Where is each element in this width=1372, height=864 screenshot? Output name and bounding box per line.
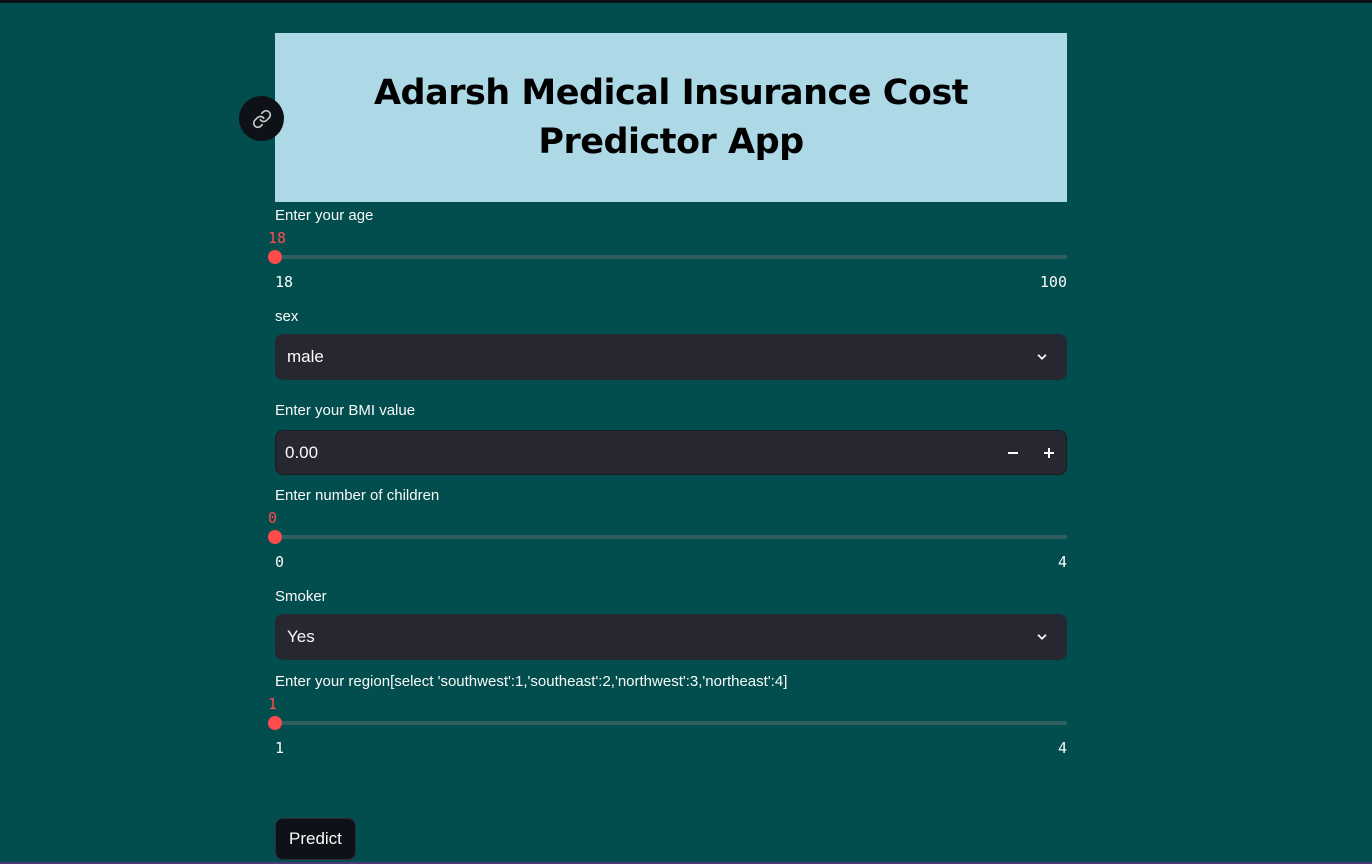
age-slider-widget: Enter your age 18 18 100 (268, 202, 1067, 294)
age-slider-value: 18 (268, 229, 287, 247)
region-slider-thumb[interactable] (268, 716, 282, 730)
title-banner: Adarsh Medical Insurance Cost Predictor … (239, 33, 1067, 202)
children-slider-max: 4 (1057, 553, 1067, 571)
bmi-input[interactable] (285, 431, 985, 474)
chevron-down-icon (1037, 354, 1047, 360)
region-slider-track[interactable] (275, 721, 1067, 725)
chevron-down-icon (1037, 634, 1047, 640)
children-slider-track[interactable] (275, 535, 1067, 539)
top-bar (0, 0, 1372, 3)
region-slider-value: 1 (268, 695, 278, 713)
region-slider-widget: Enter your region[select 'southwest':1,'… (268, 668, 1067, 760)
smoker-label: Smoker (275, 588, 327, 605)
bmi-decrement-button[interactable] (995, 431, 1031, 474)
region-slider-max: 4 (1057, 739, 1067, 757)
page-title: Adarsh Medical Insurance Cost Predictor … (373, 72, 969, 162)
region-slider-min: 1 (275, 739, 285, 757)
sex-select[interactable]: male (275, 334, 1067, 380)
bmi-number-widget: Enter your BMI value (275, 388, 1067, 482)
link-icon (252, 109, 271, 128)
age-label: Enter your age (275, 207, 374, 224)
children-label: Enter number of children (275, 487, 440, 504)
age-slider-max: 100 (1039, 273, 1067, 291)
header-anchor-link[interactable] (239, 96, 284, 141)
main-container: Adarsh Medical Insurance Cost Predictor … (239, 33, 1067, 760)
smoker-select-widget: Smoker Yes (275, 574, 1067, 668)
children-slider-min: 0 (275, 553, 285, 571)
children-slider-widget: Enter number of children 0 0 4 (268, 482, 1067, 574)
bmi-number-box (275, 430, 1067, 475)
age-slider-thumb[interactable] (268, 250, 282, 264)
plus-icon (1044, 447, 1054, 458)
bmi-increment-button[interactable] (1031, 431, 1067, 474)
age-slider-track[interactable] (275, 255, 1067, 259)
region-label: Enter your region[select 'southwest':1,'… (275, 673, 788, 690)
minus-icon (1008, 451, 1018, 454)
sex-selected-value: male (287, 347, 324, 366)
sex-select-widget: sex male (275, 294, 1067, 388)
predict-button[interactable]: Predict (275, 818, 356, 860)
children-slider-thumb[interactable] (268, 530, 282, 544)
age-slider-min: 18 (275, 273, 294, 291)
smoker-select[interactable]: Yes (275, 614, 1067, 660)
children-slider-value: 0 (268, 509, 278, 527)
bmi-label: Enter your BMI value (275, 402, 416, 419)
sex-label: sex (275, 308, 299, 325)
smoker-selected-value: Yes (287, 627, 315, 646)
